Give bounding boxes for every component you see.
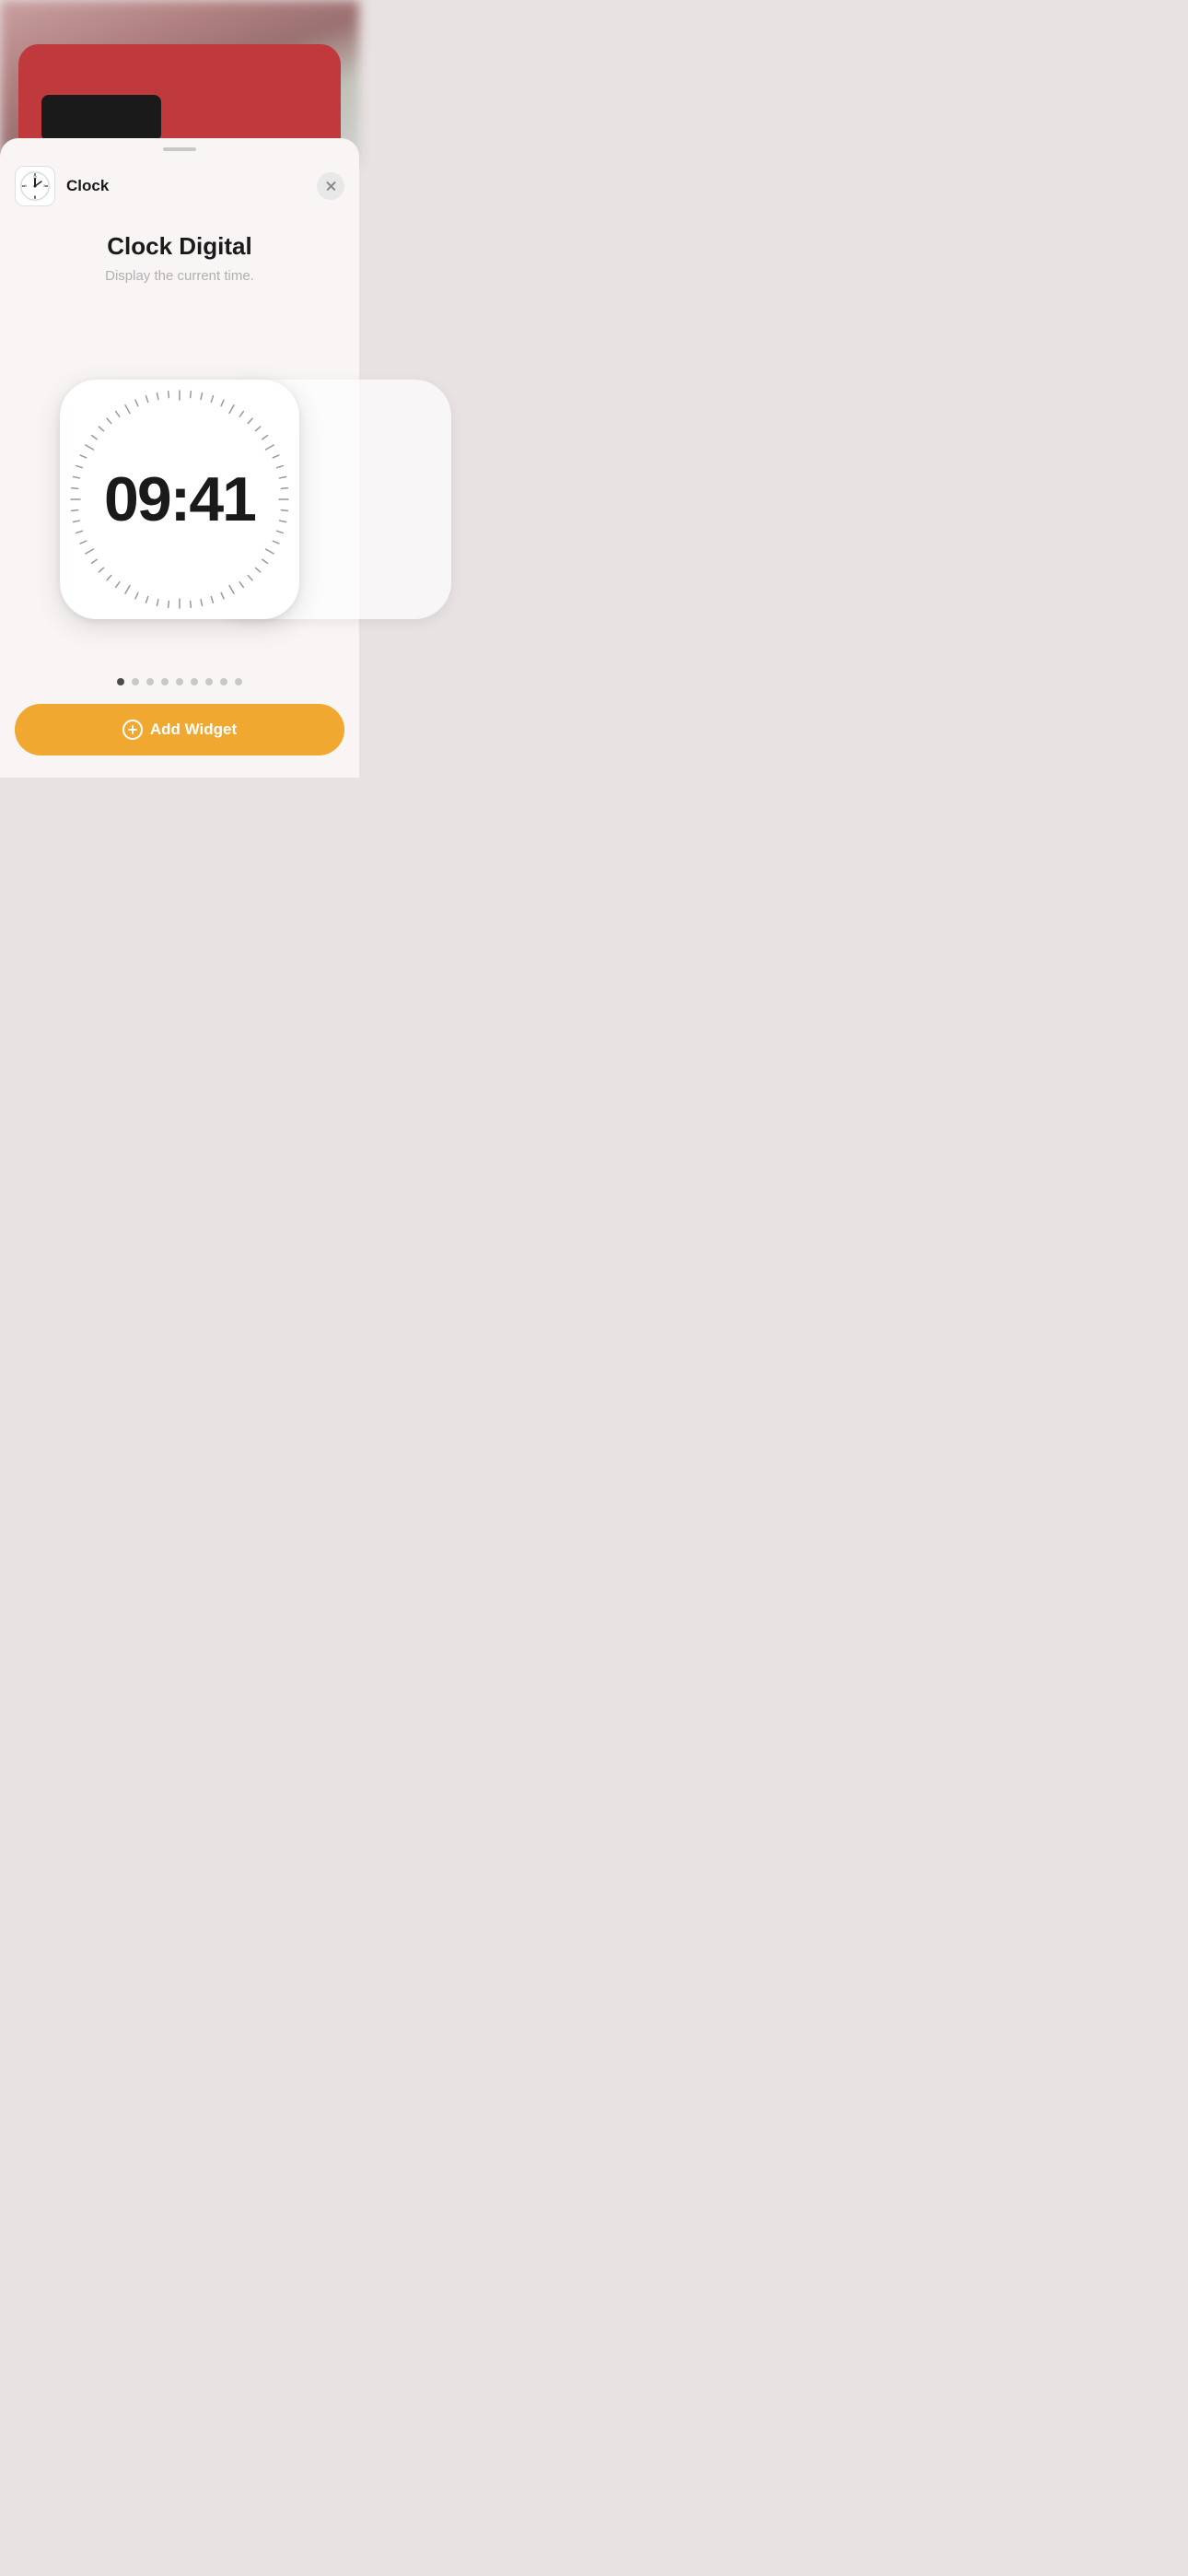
- add-widget-label: Add Widget: [150, 720, 237, 739]
- bottom-sheet: 12 3 6 9 Clock Clock Digital Display the…: [0, 138, 359, 778]
- dot-6: [205, 678, 213, 685]
- widget-preview-area: 09:41: [0, 321, 359, 678]
- sheet-handle: [163, 147, 196, 151]
- app-name-label: Clock: [66, 177, 109, 195]
- svg-text:6: 6: [34, 195, 36, 199]
- add-widget-button[interactable]: Add Widget: [15, 704, 344, 755]
- dot-0: [117, 678, 124, 685]
- dot-3: [161, 678, 169, 685]
- app-icon: 12 3 6 9: [15, 166, 55, 206]
- sheet-header: 12 3 6 9 Clock: [0, 166, 359, 206]
- dot-7: [220, 678, 227, 685]
- dot-4: [176, 678, 183, 685]
- widget-subtitle: Display the current time.: [105, 268, 254, 284]
- clock-widget: 09:41: [60, 380, 299, 619]
- add-widget-plus-icon: [122, 720, 143, 740]
- page-dots: [117, 678, 242, 685]
- svg-text:12: 12: [33, 176, 37, 180]
- dot-5: [191, 678, 198, 685]
- widget-title: Clock Digital: [107, 232, 251, 261]
- svg-text:9: 9: [25, 184, 27, 188]
- dot-2: [146, 678, 154, 685]
- svg-text:3: 3: [43, 184, 45, 188]
- dot-1: [132, 678, 139, 685]
- close-button[interactable]: [317, 172, 344, 200]
- dot-8: [235, 678, 242, 685]
- clock-time-display: 09:41: [104, 463, 255, 535]
- background-card-inner: [41, 95, 161, 141]
